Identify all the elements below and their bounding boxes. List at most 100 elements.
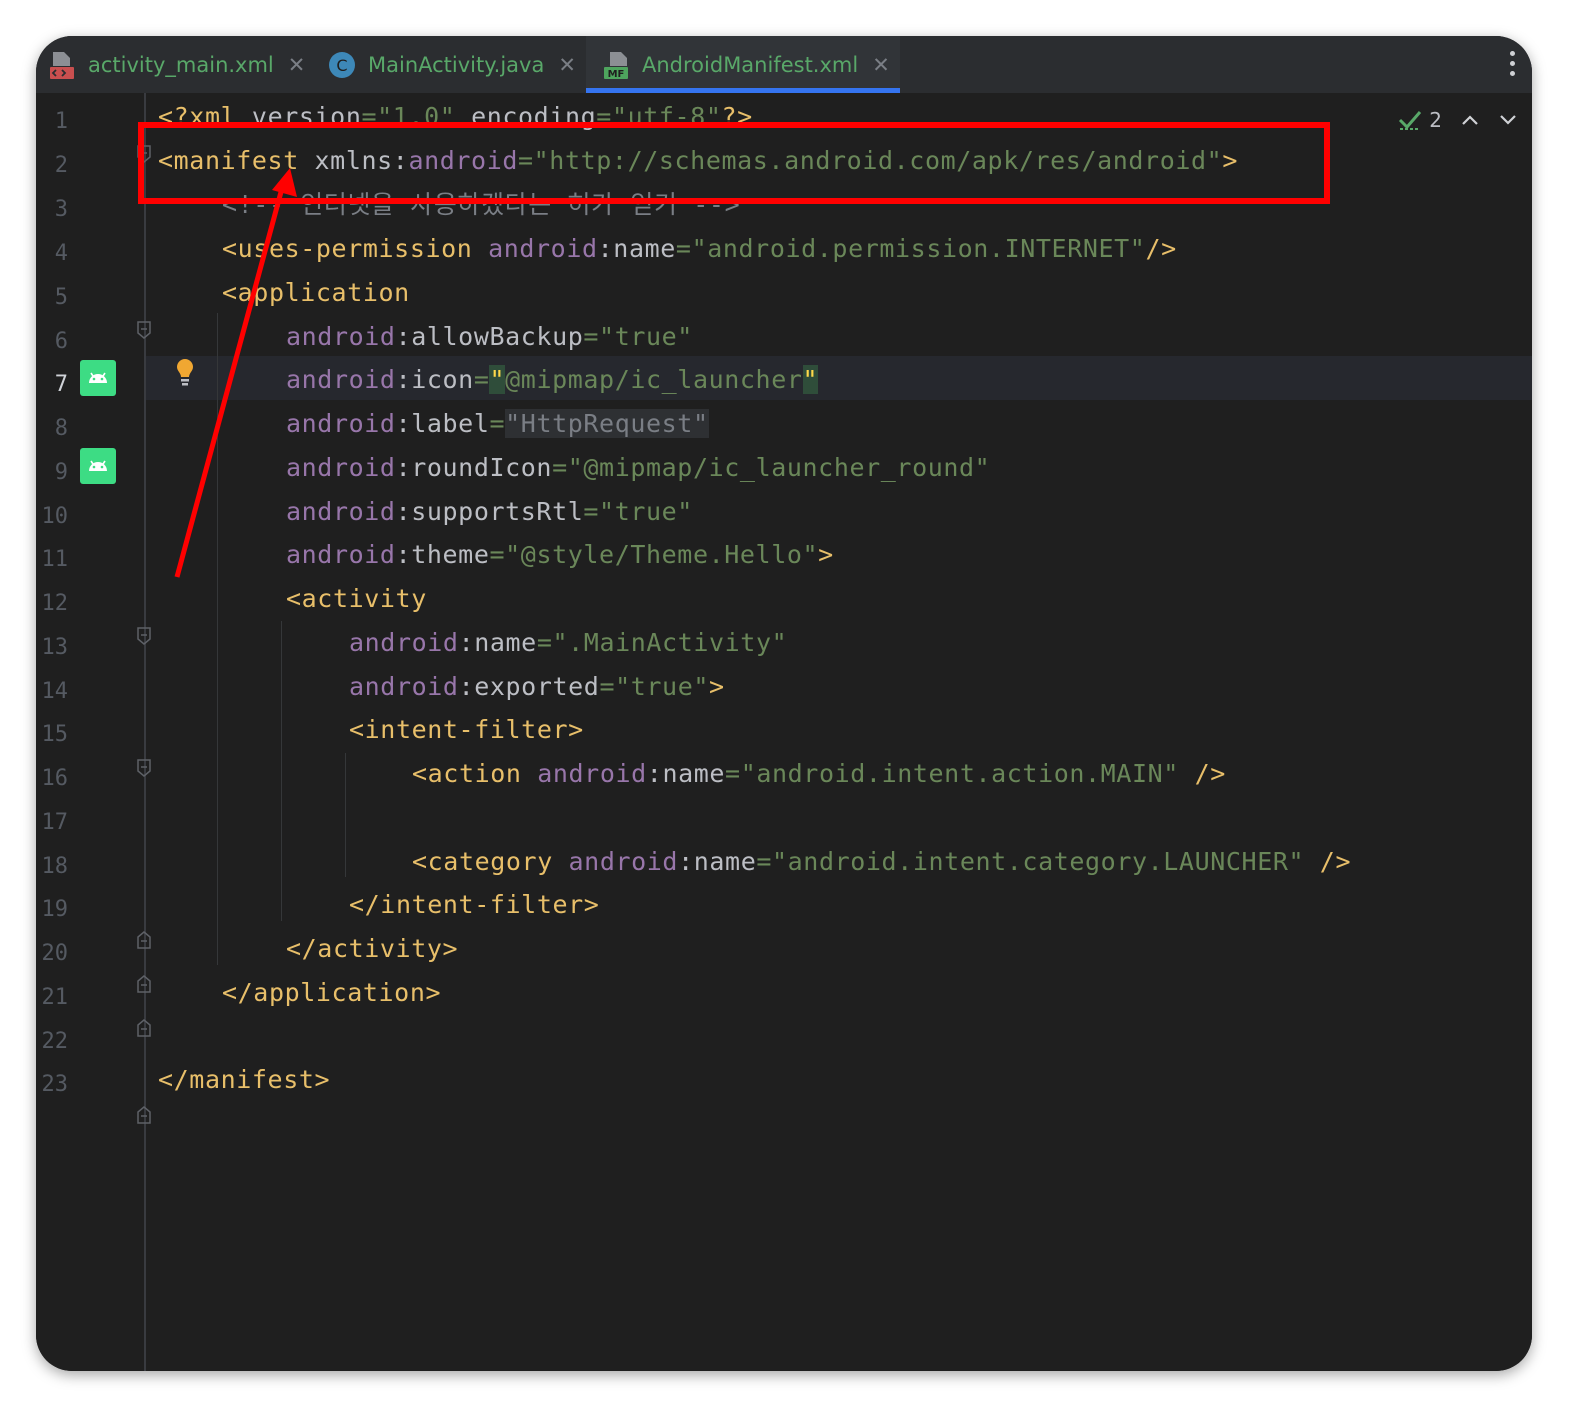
fold-end-icon[interactable]: [136, 1106, 152, 1124]
attr-token: label: [411, 409, 490, 438]
line-number: 14: [41, 679, 69, 704]
eq-token: =: [536, 628, 553, 657]
attr-token: name: [613, 234, 676, 263]
close-icon[interactable]: ✕: [558, 53, 576, 77]
code-line-6[interactable]: android:allowBackup="true": [286, 315, 693, 359]
tab-label: AndroidManifest.xml: [642, 52, 859, 77]
namespace-token: android: [286, 409, 396, 438]
code-line-13[interactable]: android:name=".MainActivity": [349, 621, 787, 665]
code-line-4[interactable]: <uses-permission android:name="android.p…: [222, 227, 1177, 271]
tag-token: >: [1222, 146, 1238, 175]
value-token: "true": [615, 672, 710, 701]
fold-collapse-icon[interactable]: [136, 321, 152, 339]
chevron-up-icon[interactable]: [1460, 113, 1480, 127]
code-line-23[interactable]: </manifest>: [158, 1058, 330, 1102]
tab-label: activity_main.xml: [88, 52, 274, 77]
code-line-20[interactable]: </activity>: [286, 927, 458, 971]
tag-token: </manifest>: [158, 1065, 331, 1094]
namespace-token: android: [286, 540, 396, 569]
gutter-divider: [144, 93, 146, 1371]
tag-token: <category: [412, 847, 569, 876]
code-line-21[interactable]: </application>: [222, 971, 441, 1015]
check-icon[interactable]: [1397, 107, 1423, 133]
code-line-5[interactable]: <application: [222, 271, 410, 315]
tag-token: <action: [412, 759, 538, 788]
value-token: "android.intent.action.MAIN": [740, 759, 1179, 788]
tag-token: >: [709, 672, 725, 701]
colon-token: :: [646, 759, 663, 788]
fold-end-icon[interactable]: [136, 975, 152, 993]
line-number: 7: [54, 372, 68, 397]
code-line-15[interactable]: <intent-filter>: [349, 708, 584, 752]
code-line-11[interactable]: android:theme="@style/Theme.Hello">: [286, 533, 834, 577]
attr-token: allowBackup: [411, 322, 584, 351]
android-round-icon[interactable]: [80, 448, 116, 484]
xml-layout-icon: [50, 51, 74, 79]
fold-end-icon[interactable]: [136, 1019, 152, 1037]
line-number: 15: [41, 722, 69, 747]
code-line-9[interactable]: android:roundIcon="@mipmap/ic_launcher_r…: [286, 446, 990, 490]
code-line-16[interactable]: <action android:name="android.intent.act…: [412, 752, 1226, 796]
tag-token: <activity: [286, 584, 427, 613]
eq-token: =: [518, 146, 534, 175]
code-editor[interactable]: 1 2 3 4 5 6 7 8 9 10 11 12 13 14 15 16 17 18 19 20 21 22 23 <?…: [36, 93, 1532, 1371]
value-token: "HttpRequest": [505, 409, 709, 438]
eq-token: =: [361, 102, 378, 131]
code-line-19[interactable]: </intent-filter>: [349, 883, 599, 927]
more-vertical-icon[interactable]: [1510, 51, 1516, 79]
colon-token: :: [678, 847, 694, 876]
fold-collapse-icon[interactable]: [136, 145, 152, 163]
svg-text:C: C: [336, 56, 347, 75]
tag-token: <uses-permission: [222, 234, 489, 263]
line-number: 5: [54, 285, 68, 310]
namespace-token: android: [488, 234, 598, 263]
attr-token: theme: [411, 540, 490, 569]
lightbulb-icon[interactable]: [174, 357, 196, 389]
line-number: 9: [54, 460, 68, 485]
colon-token: :: [395, 540, 412, 569]
tab-activity-main-xml[interactable]: activity_main.xml ✕: [48, 36, 305, 93]
editor-tab-bar: activity_main.xml ✕ C MainActivity.java …: [36, 36, 1532, 93]
colon-token: :: [392, 146, 409, 175]
tag-token: </activity>: [286, 934, 459, 963]
code-line-7[interactable]: android:icon="@mipmap/ic_launcher": [286, 358, 819, 402]
tag-token: />: [1178, 759, 1226, 788]
tab-mainactivity-java[interactable]: C MainActivity.java ✕: [328, 36, 576, 93]
code-line-2[interactable]: <manifest xmlns:android="http://schemas.…: [158, 139, 1238, 183]
attr-token: encoding: [471, 102, 597, 131]
tab-androidmanifest-xml[interactable]: MF AndroidManifest.xml ✕: [586, 36, 900, 93]
eq-token: =: [473, 365, 490, 394]
tag-token: <intent-filter>: [349, 715, 584, 744]
close-icon[interactable]: ✕: [288, 53, 306, 77]
quote-token: ": [489, 365, 506, 394]
code-line-3[interactable]: <!-- 인터넷을 사용하겠다는 허가 얻기 -->: [222, 183, 740, 227]
fold-collapse-icon[interactable]: [136, 759, 152, 777]
code-line-12[interactable]: <activity: [286, 577, 427, 621]
inspection-widget: 2: [1397, 107, 1518, 133]
indent-guide: [281, 621, 282, 921]
code-line-8[interactable]: android:label="HttpRequest": [286, 402, 709, 446]
line-number: 13: [41, 635, 69, 660]
fold-collapse-icon[interactable]: [136, 627, 152, 645]
value-token: "http://schemas.android.com/apk/res/andr…: [533, 146, 1223, 175]
close-icon[interactable]: ✕: [872, 53, 890, 77]
line-number: 4: [54, 241, 68, 266]
line-number: 1: [54, 109, 68, 134]
indent-guide: [345, 753, 346, 877]
code-line-14[interactable]: android:exported="true">: [349, 665, 725, 709]
line-number: 6: [54, 329, 68, 354]
eq-token: =: [583, 322, 600, 351]
code-line-10[interactable]: android:supportsRtl="true": [286, 490, 693, 534]
line-number: 10: [41, 504, 69, 529]
line-number: 17: [41, 810, 69, 835]
code-line-18[interactable]: <category android:name="android.intent.c…: [412, 840, 1351, 884]
attr-token: exported: [474, 672, 600, 701]
chevron-down-icon[interactable]: [1498, 113, 1518, 127]
comment-token: <!-- 인터넷을 사용하겠다는 허가 얻기 -->: [222, 190, 741, 219]
android-launcher-icon[interactable]: [80, 360, 116, 396]
fold-end-icon[interactable]: [136, 931, 152, 949]
line-number: 3: [54, 197, 68, 222]
namespace-token: android: [568, 847, 679, 876]
code-line-1[interactable]: <?xml version="1.0" encoding="utf-8"?>: [158, 95, 753, 139]
